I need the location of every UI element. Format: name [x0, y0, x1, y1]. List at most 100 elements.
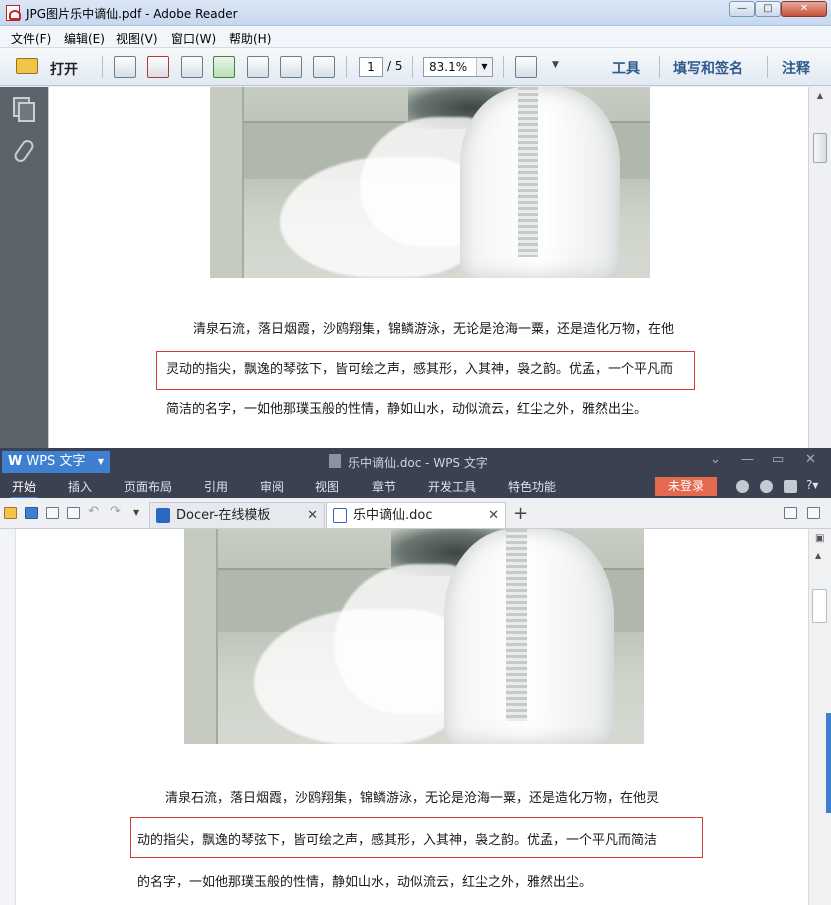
paragraph-line-1: 清泉石流，落日烟霞，沙鸥翔集，锦鳞游泳，无论是沧海一粟，还是造化万物，在他灵: [165, 791, 660, 806]
highlight-box: [156, 351, 695, 390]
window-list-icon[interactable]: [784, 507, 797, 519]
comment-button[interactable]: 注释: [782, 58, 810, 78]
menu-view[interactable]: 视图(V): [116, 30, 158, 47]
minimize-button[interactable]: —: [741, 452, 754, 467]
new-tab-plus-icon[interactable]: +: [513, 503, 528, 524]
save-icon[interactable]: [247, 56, 269, 78]
edit-icon[interactable]: [181, 56, 203, 78]
wps-document-tabbar: ↶ ↷ ▼ Docer-在线模板 ✕ 乐中谪仙.doc ✕ +: [0, 498, 831, 529]
zoom-select[interactable]: 83.1% ▼: [423, 57, 493, 77]
menu-window[interactable]: 窗口(W): [171, 30, 216, 47]
page-total: / 5: [387, 59, 403, 73]
skin-icon[interactable]: [736, 480, 749, 493]
photo-embroidery: [518, 87, 538, 257]
print-preview-icon[interactable]: [67, 507, 80, 519]
more-tools-chevron-icon[interactable]: ▼: [552, 60, 559, 70]
open-folder-icon[interactable]: [4, 507, 17, 519]
photo-embroidery: [506, 529, 527, 721]
reader-document-page: 清泉石流，落日烟霞，沙鸥翔集，锦鳞游泳，无论是沧海一粟，还是造化万物，在他 灵动…: [48, 87, 808, 448]
wps-brand-menu[interactable]: W WPS 文字 ▼: [2, 451, 110, 473]
wps-writer-window: W WPS 文字 ▼ 乐中谪仙.doc - WPS 文字 ⌄ — ▭ ✕ 开始 插…: [0, 448, 831, 905]
page-icon[interactable]: ▣: [815, 533, 824, 544]
scroll-thumb[interactable]: [813, 133, 827, 163]
tools-button[interactable]: 工具: [612, 58, 640, 78]
tab-special-features[interactable]: 特色功能: [508, 478, 556, 495]
print-icon[interactable]: [280, 56, 302, 78]
menu-file[interactable]: 文件(F): [11, 30, 51, 47]
docer-icon: [156, 508, 170, 523]
vertical-ruler: [0, 529, 16, 905]
wps-logo-icon: W: [8, 454, 23, 469]
undo-icon[interactable]: ↶: [88, 504, 99, 519]
redo-icon[interactable]: ↷: [110, 504, 121, 519]
tab-start[interactable]: 开始: [9, 478, 39, 500]
chevron-down-icon[interactable]: ⌄: [710, 452, 721, 467]
save-icon[interactable]: [25, 507, 38, 519]
tab-review[interactable]: 审阅: [260, 478, 284, 495]
document-photo: [184, 529, 644, 744]
highlight-box: [130, 817, 703, 858]
fill-sign-button[interactable]: 填写和签名: [673, 58, 743, 78]
tab-section[interactable]: 章节: [372, 478, 396, 495]
reader-toolbar: 打开 1 / 5 83.1% ▼ ▼ 工具 填写和签名 注释: [0, 48, 831, 86]
paragraph-line-3: 的名字，一如他那璞玉般的性情，静如山水，动似流云，红尘之外，雅然出尘。: [137, 875, 593, 890]
wps-document-page: 清泉石流，落日烟霞，沙鸥翔集，锦鳞游泳，无论是沧海一粟，还是造化万物，在他灵 动…: [0, 529, 808, 905]
page-number-input[interactable]: 1: [359, 57, 383, 77]
print-icon[interactable]: [46, 507, 59, 519]
paragraph-line-1: 清泉石流，落日烟霞，沙鸥翔集，锦鳞游泳，无论是沧海一粟，还是造化万物，在他: [193, 322, 675, 337]
fit-window-icon[interactable]: [515, 56, 537, 78]
close-tab-icon[interactable]: ✕: [307, 503, 318, 528]
open-folder-icon[interactable]: [16, 58, 38, 74]
tab-developer[interactable]: 开发工具: [428, 478, 476, 495]
chevron-down-icon: ▼: [97, 457, 104, 466]
tab-view[interactable]: 视图: [315, 478, 339, 495]
photo-pillar: [210, 87, 244, 278]
tab-insert[interactable]: 插入: [68, 478, 92, 495]
sync-icon[interactable]: [760, 480, 773, 493]
tab-page-layout[interactable]: 页面布局: [124, 478, 172, 495]
scroll-up-icon[interactable]: ▲: [815, 551, 821, 560]
menu-help[interactable]: 帮助(H): [229, 30, 271, 47]
scroll-thumb[interactable]: [812, 589, 827, 623]
document-icon: [329, 454, 341, 468]
tab-label: 乐中谪仙.doc: [353, 508, 433, 523]
tab-references[interactable]: 引用: [204, 478, 228, 495]
photo-dress: [460, 87, 620, 278]
open-button[interactable]: 打开: [50, 59, 78, 79]
upload-icon[interactable]: [213, 56, 235, 78]
shirt-icon[interactable]: [784, 480, 797, 493]
close-button[interactable]: ✕: [781, 1, 827, 17]
tab-label: Docer-在线模板: [176, 508, 271, 523]
tab-docer-templates[interactable]: Docer-在线模板 ✕: [149, 502, 325, 528]
quick-access-chevron-icon[interactable]: ▼: [133, 508, 139, 517]
minimize-button[interactable]: —: [729, 1, 755, 17]
close-tab-icon[interactable]: ✕: [488, 503, 499, 528]
maximize-button[interactable]: ▭: [772, 452, 784, 467]
close-button[interactable]: ✕: [805, 452, 816, 467]
toolbar-divider: [346, 56, 347, 78]
paragraph-line-3: 简洁的名字，一如他那璞玉般的性情，静如山水，动似流云，红尘之外，雅然出尘。: [166, 402, 648, 417]
chevron-down-icon[interactable]: ▼: [476, 58, 492, 76]
reader-menu-bar: 文件(F) 编辑(E) 视图(V) 窗口(W) 帮助(H): [0, 26, 831, 48]
toolbar-divider: [412, 56, 413, 78]
page-thumbnails-icon[interactable]: [13, 97, 35, 122]
wps-brand-label: WPS 文字: [26, 454, 86, 469]
scroll-up-icon[interactable]: ▲: [814, 91, 826, 101]
export-pdf-icon[interactable]: [147, 56, 169, 78]
document-photo: [210, 87, 650, 278]
wps-title-bar: W WPS 文字 ▼ 乐中谪仙.doc - WPS 文字 ⌄ — ▭ ✕: [0, 448, 831, 474]
menu-edit[interactable]: 编辑(E): [64, 30, 105, 47]
side-panel-toggle[interactable]: [826, 713, 831, 813]
help-icon[interactable]: ?▾: [806, 478, 818, 492]
email-icon[interactable]: [313, 56, 335, 78]
attachments-paperclip-icon[interactable]: [13, 139, 33, 161]
word-doc-icon: [333, 508, 347, 523]
login-button[interactable]: 未登录: [655, 477, 717, 496]
wps-ribbon-tabs: 开始 插入 页面布局 引用 审阅 视图 章节 开发工具 特色功能 未登录 ?▾: [0, 474, 831, 500]
create-pdf-icon[interactable]: [114, 56, 136, 78]
tab-current-document[interactable]: 乐中谪仙.doc ✕: [326, 502, 506, 528]
maximize-button[interactable]: □: [755, 1, 781, 17]
tab-menu-icon[interactable]: [807, 507, 820, 519]
reader-vertical-scrollbar[interactable]: ▲: [808, 87, 831, 448]
zoom-value: 83.1%: [429, 60, 468, 74]
